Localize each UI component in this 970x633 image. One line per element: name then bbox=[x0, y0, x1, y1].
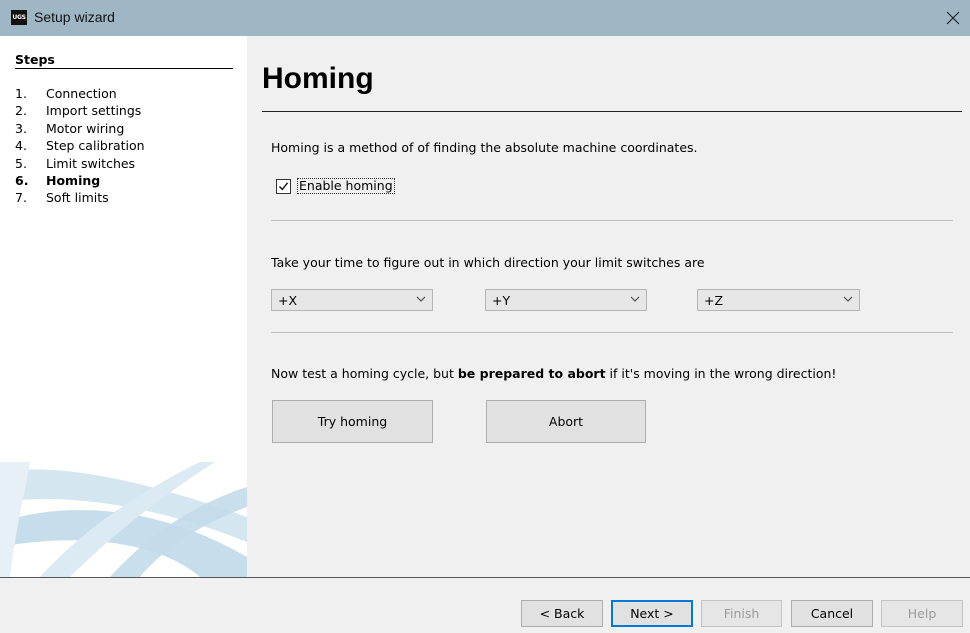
abort-button[interactable]: Abort bbox=[486, 400, 646, 443]
finish-button[interactable]: Finish bbox=[701, 600, 782, 627]
step-item-limit-switches: 5. Limit switches bbox=[15, 155, 145, 172]
chevron-down-icon bbox=[416, 296, 426, 302]
main-panel: Homing Homing is a method of of finding … bbox=[247, 36, 970, 577]
direction-instruction: Take your time to figure out in which di… bbox=[271, 255, 705, 270]
chevron-down-icon bbox=[843, 296, 853, 302]
step-item-motor-wiring: 3. Motor wiring bbox=[15, 120, 145, 137]
section-divider bbox=[271, 220, 953, 221]
chevron-down-icon bbox=[630, 296, 640, 302]
enable-homing-label[interactable]: Enable homing bbox=[297, 178, 395, 194]
step-item-import-settings: 2. Import settings bbox=[15, 102, 145, 119]
abort-warning: Now test a homing cycle, but be prepared… bbox=[271, 366, 836, 381]
step-number: 1. bbox=[15, 86, 27, 101]
step-label: Homing bbox=[46, 172, 101, 188]
back-button[interactable]: < Back bbox=[521, 600, 603, 627]
y-direction-value: +Y bbox=[492, 293, 511, 308]
step-label: Import settings bbox=[46, 103, 142, 119]
step-label: Step calibration bbox=[46, 138, 145, 154]
title-bar: UGS Setup wizard bbox=[0, 0, 970, 36]
step-number: 2. bbox=[15, 103, 27, 119]
try-homing-button[interactable]: Try homing bbox=[272, 400, 433, 443]
homing-description: Homing is a method of of finding the abs… bbox=[271, 140, 698, 155]
step-item-step-calibration: 4. Step calibration bbox=[15, 137, 145, 154]
window-title: Setup wizard bbox=[34, 9, 115, 25]
decorative-swoosh-graphic bbox=[0, 462, 247, 577]
wizard-footer: < Back Next > Finish Cancel Help bbox=[0, 578, 970, 633]
help-button[interactable]: Help bbox=[881, 600, 963, 627]
x-direction-dropdown[interactable]: +X bbox=[271, 289, 433, 311]
step-label: Connection bbox=[46, 86, 117, 101]
cancel-button[interactable]: Cancel bbox=[791, 600, 873, 627]
steps-list: 1. Connection 2. Import settings 3. Moto… bbox=[15, 85, 145, 207]
step-item-connection: 1. Connection bbox=[15, 85, 145, 102]
step-number: 7. bbox=[15, 190, 27, 206]
step-number: 5. bbox=[15, 155, 27, 171]
next-button[interactable]: Next > bbox=[611, 600, 693, 627]
abort-warning-start: Now test a homing cycle, but bbox=[271, 366, 458, 381]
checkbox-box[interactable] bbox=[276, 178, 291, 194]
step-label: Limit switches bbox=[46, 155, 136, 171]
step-item-homing: 6. Homing bbox=[15, 172, 145, 189]
checkmark-icon bbox=[278, 181, 289, 190]
steps-divider bbox=[15, 68, 233, 69]
z-direction-dropdown[interactable]: +Z bbox=[697, 289, 860, 311]
close-button[interactable] bbox=[936, 0, 970, 36]
step-label: Motor wiring bbox=[46, 120, 125, 136]
steps-heading: Steps bbox=[15, 52, 55, 67]
y-direction-dropdown[interactable]: +Y bbox=[485, 289, 647, 311]
x-direction-value: +X bbox=[278, 293, 298, 308]
step-number: 4. bbox=[15, 138, 27, 154]
page-title: Homing bbox=[262, 62, 374, 95]
abort-warning-emphasis: be prepared to abort bbox=[457, 366, 606, 381]
enable-homing-checkbox[interactable]: Enable homing bbox=[276, 178, 395, 194]
abort-warning-end: if it's moving in the wrong direction! bbox=[605, 366, 837, 381]
step-number: 3. bbox=[15, 120, 27, 136]
step-label: Soft limits bbox=[46, 190, 109, 206]
section-divider bbox=[271, 332, 953, 333]
title-divider bbox=[262, 111, 962, 112]
step-number: 6. bbox=[15, 172, 29, 188]
close-icon bbox=[946, 11, 960, 25]
steps-sidebar: Steps 1. Connection 2. Import settings 3… bbox=[0, 36, 247, 577]
z-direction-value: +Z bbox=[704, 293, 724, 308]
app-logo-icon: UGS bbox=[11, 10, 27, 25]
step-item-soft-limits: 7. Soft limits bbox=[15, 189, 145, 206]
